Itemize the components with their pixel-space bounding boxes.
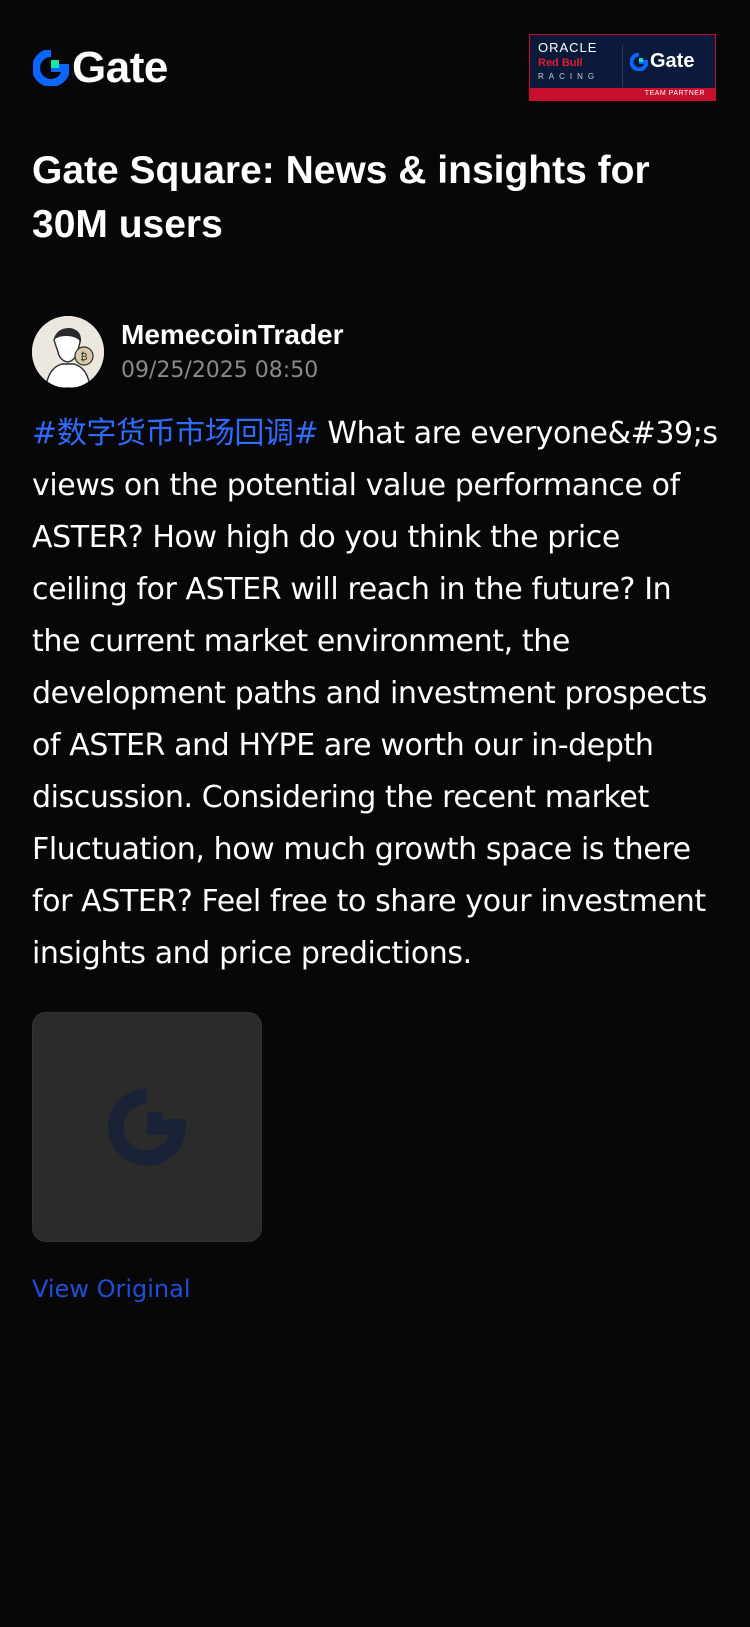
partner-strip-text: TEAM PARTNER — [644, 90, 705, 97]
view-original-link[interactable]: View Original — [32, 1272, 191, 1306]
avatar[interactable]: ₿ — [32, 316, 104, 388]
partner-gate-logo: Gate — [630, 50, 694, 73]
post-content: #数字货币市场回调# What are everyone&#39;s views… — [32, 408, 722, 980]
svg-text:₿: ₿ — [80, 351, 87, 363]
partner-line-racing: RACING — [538, 72, 600, 81]
post-timestamp: 09/25/2025 08:50 — [121, 358, 319, 383]
partner-strip: TEAM PARTNER — [530, 88, 715, 100]
gate-logo[interactable]: Gate — [33, 46, 168, 90]
post-author: ₿ MemecoinTrader 09/25/2025 08:50 — [32, 316, 344, 388]
gate-placeholder-icon — [108, 1088, 186, 1166]
team-partner-badge[interactable]: ORACLE Red Bull RACING Gate TEAM PARTNER — [529, 34, 716, 101]
brand-name: Gate — [72, 43, 168, 92]
red-bull-racing-logo: ORACLE Red Bull RACING — [538, 41, 618, 83]
page-header: Gate ORACLE Red Bull RACING Gate TEAM PA… — [0, 0, 750, 130]
partner-divider — [622, 45, 623, 87]
author-info: MemecoinTrader 09/25/2025 08:50 — [121, 318, 344, 386]
gate-logo-icon — [630, 52, 648, 71]
post-hashtag[interactable]: #数字货币市场回调# — [32, 416, 319, 451]
partner-line-redbull: Red Bull — [538, 57, 583, 69]
partner-gate-text: Gate — [650, 50, 695, 72]
partner-line-oracle: ORACLE — [538, 40, 598, 55]
post-text: What are everyone&#39;s views on the pot… — [32, 416, 718, 971]
author-name[interactable]: MemecoinTrader — [121, 318, 344, 352]
page-title: Gate Square: News & insights for 30M use… — [32, 149, 650, 246]
avatar-illustration-icon: ₿ — [32, 316, 104, 388]
post-image[interactable] — [32, 1012, 262, 1242]
gate-logo-icon — [33, 50, 69, 86]
